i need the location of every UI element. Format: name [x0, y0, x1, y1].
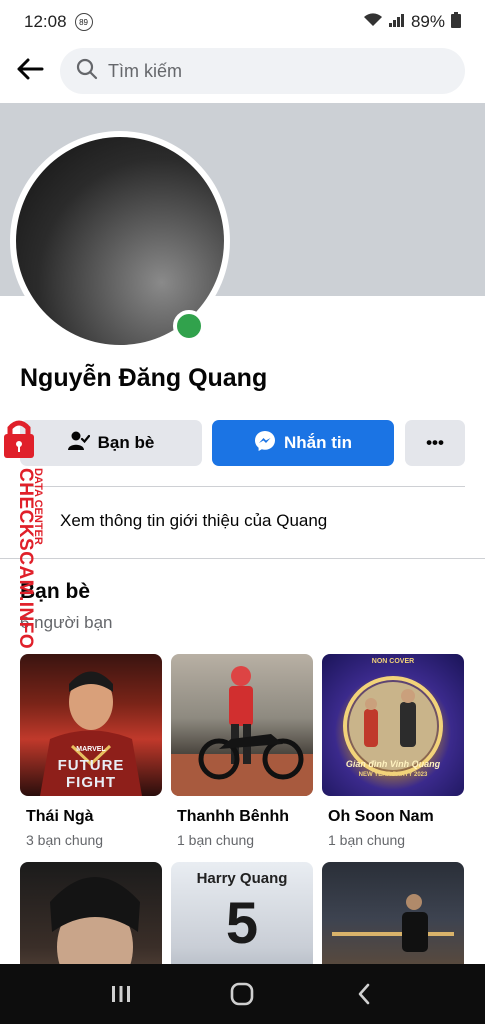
messenger-icon	[254, 430, 276, 457]
arrow-left-icon	[16, 58, 44, 85]
friend-card[interactable]: NON COVER Gian đình Vinh Quang NEW YEAR …	[322, 654, 464, 848]
checkscam-watermark: CHECKSCAM.INFO DATA CENTER	[0, 420, 52, 660]
search-placeholder: Tìm kiếm	[108, 60, 182, 81]
search-icon	[76, 58, 98, 85]
jersey-number: 5	[225, 891, 259, 956]
friend-photo[interactable]: MARVEL FUTURE FIGHT	[20, 654, 162, 796]
signal-icon	[388, 12, 405, 32]
message-button-label: Nhắn tin	[284, 433, 352, 452]
status-time: 12:08	[24, 12, 67, 31]
home-icon	[231, 982, 254, 1006]
friend-mutual-count: 1 bạn chung	[328, 832, 406, 848]
friend-photo[interactable]	[171, 654, 313, 796]
top-search-bar: Tìm kiếm	[0, 46, 485, 96]
home-button[interactable]	[222, 974, 262, 1014]
back-button[interactable]	[0, 46, 60, 96]
nav-back-button[interactable]	[344, 974, 384, 1014]
friend-name[interactable]: Thanhh Bênhh	[177, 808, 313, 826]
search-input[interactable]: Tìm kiếm	[60, 48, 465, 94]
friend-card[interactable]: Thanhh Bênhh 1 bạn chung	[171, 654, 313, 848]
profile-actions: Bạn bè Nhắn tin •••	[20, 420, 465, 466]
recent-apps-button[interactable]	[101, 974, 141, 1014]
more-options-button[interactable]: •••	[405, 420, 465, 466]
section-divider	[0, 558, 485, 559]
future-fight-title-2: FIGHT	[66, 774, 116, 791]
message-button[interactable]: Nhắn tin	[212, 420, 394, 466]
battery-icon	[451, 11, 461, 33]
friend-name[interactable]: Thái Ngà	[26, 808, 162, 826]
friend-photo[interactable]: NON COVER Gian đình Vinh Quang NEW YEAR …	[322, 654, 464, 796]
battery-percent: 89%	[410, 12, 445, 31]
wifi-icon	[363, 12, 383, 33]
future-fight-title-1: FUTURE	[57, 757, 125, 774]
future-fight-brand: MARVEL	[76, 746, 106, 753]
friend-mutual-count: 1 bạn chung	[177, 832, 255, 848]
more-dots-icon: •••	[426, 433, 444, 452]
friend-mutual-count: 3 bạn chung	[26, 832, 104, 848]
about-link[interactable]: Xem thông tin giới thiệu của Quang	[20, 500, 465, 542]
notification-count-badge: 89	[74, 13, 93, 31]
profile-name: Nguyễn Đăng Quang	[20, 364, 268, 392]
friends-button-label: Bạn bè	[97, 433, 155, 452]
recent-apps-icon	[111, 986, 130, 1002]
system-nav-bar	[0, 964, 485, 1024]
party-banner: NEW YEAR PARTY 2023	[358, 772, 428, 778]
divider	[20, 486, 465, 487]
lock-icon	[4, 420, 34, 458]
chevron-left-icon	[358, 983, 370, 1005]
friend-card[interactable]: MARVEL FUTURE FIGHT Thái Ngà 3 bạn chung	[20, 654, 162, 848]
jersey-name: Harry Quang	[196, 870, 288, 887]
friend-name[interactable]: Oh Soon Nam	[328, 808, 464, 826]
party-brand: NON COVER	[371, 658, 415, 665]
about-link-label: Xem thông tin giới thiệu của Quang	[60, 511, 328, 530]
watermark-tagline: DATA CENTER	[32, 468, 44, 545]
person-check-icon	[67, 431, 90, 456]
online-status-indicator	[173, 310, 205, 342]
status-bar: 12:08 89 89%	[0, 0, 485, 44]
party-script: Gian đình Vinh Quang	[345, 759, 441, 769]
